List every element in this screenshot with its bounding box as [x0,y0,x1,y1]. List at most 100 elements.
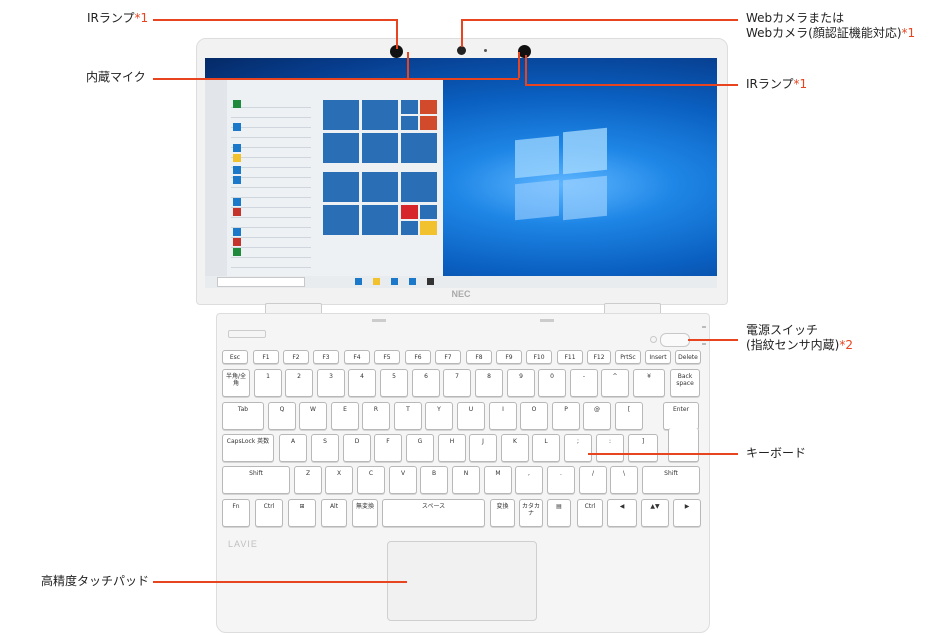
key-row5-12[interactable]: Shift [642,466,700,494]
key-row4-12[interactable]: ] [628,434,658,462]
key-row6-3[interactable]: Alt [321,499,347,527]
key-row2-14[interactable]: Back space [670,369,700,397]
key-row6-8[interactable]: ▤ [547,499,571,527]
key-row3-9[interactable]: O [520,402,548,430]
key-row5-11[interactable]: \ [610,466,638,494]
key-row3-5[interactable]: T [394,402,422,430]
key-row3-7[interactable]: U [457,402,485,430]
key-row6-7[interactable]: カタカナ [519,499,543,527]
key-row6-11[interactable]: ▲▼ [641,499,669,527]
key-row2-6[interactable]: 6 [412,369,440,397]
key-row3-3[interactable]: E [331,402,359,430]
key-label: I [502,406,504,413]
callout-touchpad-h [153,581,407,583]
key-row4-11[interactable]: : [596,434,624,462]
key-row2-7[interactable]: 7 [443,369,471,397]
key-row6-2[interactable]: ⊞ [288,499,316,527]
key-row4-3[interactable]: D [343,434,371,462]
key-row1-12[interactable]: F12 [587,350,611,364]
key-row4-6[interactable]: H [438,434,466,462]
key-row3-12[interactable]: [ [615,402,643,430]
key-row1-1[interactable]: F1 [253,350,279,364]
key-row3-10[interactable]: P [552,402,580,430]
key-row3-0[interactable]: Tab [222,402,264,430]
key-row1-5[interactable]: F5 [374,350,400,364]
key-row2-12[interactable]: ^ [601,369,629,397]
key-row4-4[interactable]: F [374,434,402,462]
key-row4-0[interactable]: CapsLock 英数 [222,434,274,462]
key-row2-2[interactable]: 2 [285,369,313,397]
key-row1-15[interactable]: Delete [675,350,701,364]
key-row1-2[interactable]: F2 [283,350,309,364]
key-row3-8[interactable]: I [489,402,517,430]
key-row1-0[interactable]: Esc [222,350,248,364]
key-row2-5[interactable]: 5 [380,369,408,397]
key-enter-lower[interactable] [668,428,699,462]
key-row5-3[interactable]: C [357,466,385,494]
key-row1-8[interactable]: F8 [466,350,492,364]
key-row4-9[interactable]: L [532,434,560,462]
key-row5-1[interactable]: Z [294,466,322,494]
key-row1-4[interactable]: F4 [344,350,370,364]
power-switch[interactable] [660,333,690,347]
key-row5-10[interactable]: / [579,466,607,494]
key-row1-10[interactable]: F10 [526,350,552,364]
key-row1-11[interactable]: F11 [557,350,583,364]
key-row3-1[interactable]: Q [268,402,296,430]
key-row1-13[interactable]: PrtSc [615,350,641,364]
key-row6-1[interactable]: Ctrl [255,499,283,527]
key-row3-4[interactable]: R [362,402,390,430]
taskbar-icon-edge [355,278,362,285]
key-label: U [468,406,474,413]
key-label: N [463,470,469,477]
key-row5-7[interactable]: M [484,466,512,494]
key-row2-0[interactable]: 半角/全角 [222,369,250,397]
key-label: , [528,470,530,477]
key-row6-5[interactable]: スペース [382,499,485,527]
key-row5-8[interactable]: , [515,466,543,494]
key-row3-6[interactable]: Y [425,402,453,430]
key-row6-12[interactable]: ▶ [673,499,701,527]
key-row3-2[interactable]: W [299,402,327,430]
touchpad[interactable] [387,541,537,621]
key-row2-9[interactable]: 9 [507,369,535,397]
key-row4-8[interactable]: K [501,434,529,462]
key-row2-4[interactable]: 4 [348,369,376,397]
key-row2-1[interactable]: 1 [254,369,282,397]
key-row5-4[interactable]: V [389,466,417,494]
key-label: J [482,438,484,445]
key-row1-6[interactable]: F6 [405,350,431,364]
key-row2-3[interactable]: 3 [317,369,345,397]
key-label: Tab [237,406,249,413]
key-row4-7[interactable]: J [469,434,497,462]
key-row5-0[interactable]: Shift [222,466,290,494]
key-label: 3 [329,373,333,380]
key-label: 7 [455,373,459,380]
key-row4-10[interactable]: ; [564,434,592,462]
key-row4-2[interactable]: S [311,434,339,462]
key-row5-2[interactable]: X [325,466,353,494]
key-row4-1[interactable]: A [279,434,307,462]
key-label: Fn [232,503,240,510]
key-label: L [544,438,548,445]
key-row2-13[interactable]: ¥ [633,369,665,397]
key-row6-6[interactable]: 変換 [490,499,515,527]
key-row1-9[interactable]: F9 [496,350,522,364]
key-row1-3[interactable]: F3 [313,350,339,364]
key-row1-7[interactable]: F7 [435,350,461,364]
key-row5-5[interactable]: B [420,466,448,494]
key-row6-4[interactable]: 無変換 [352,499,378,527]
key-row5-9[interactable]: . [547,466,575,494]
key-row5-6[interactable]: N [452,466,480,494]
key-row2-10[interactable]: 0 [538,369,566,397]
key-row2-11[interactable]: - [570,369,598,397]
key-row3-11[interactable]: @ [583,402,611,430]
key-row1-14[interactable]: Insert [645,350,671,364]
key-row3-13[interactable]: Enter [663,402,699,430]
key-row2-8[interactable]: 8 [475,369,503,397]
app-icon-8 [233,208,241,216]
key-row6-0[interactable]: Fn [222,499,250,527]
key-row4-5[interactable]: G [406,434,434,462]
key-row6-10[interactable]: ◀ [607,499,637,527]
key-row6-9[interactable]: Ctrl [577,499,603,527]
